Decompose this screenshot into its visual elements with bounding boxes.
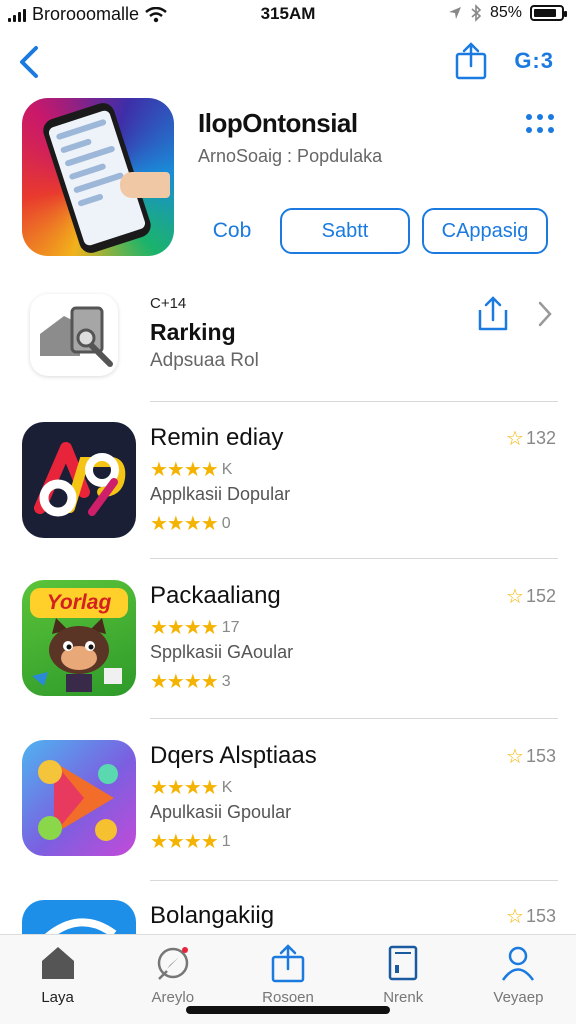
divider (150, 401, 558, 402)
ranking-title: Rarking (150, 319, 236, 345)
tab-label: Laya (41, 989, 74, 1006)
ranking-rank-label: C+14 (150, 295, 187, 312)
app-name: Dqers Alsptiaas (150, 742, 317, 769)
nav-more-button[interactable]: G:3 (514, 48, 554, 74)
person-icon (502, 946, 535, 981)
list-item[interactable]: Remin ediay ★★★★ K Applkasii Dopular ★★★★… (0, 422, 576, 552)
rating-badge: ☆ 153 (506, 906, 556, 928)
save-button[interactable]: Sabtt (280, 208, 410, 254)
divider (150, 558, 558, 559)
featured-app-icon[interactable] (22, 98, 174, 256)
home-indicator[interactable] (186, 1006, 390, 1014)
tab-label: Rosoen (262, 989, 314, 1006)
more-options-icon[interactable] (526, 114, 554, 134)
star-icon: ☆ (506, 428, 524, 450)
chevron-right-icon[interactable] (536, 300, 554, 328)
app-icon (22, 740, 136, 856)
star-rating: ★★★★ K (150, 459, 233, 481)
app-subtitle: Apulkasii Gpoular (150, 802, 292, 822)
navigation-bar: G:3 (0, 40, 576, 84)
location-icon (448, 7, 461, 19)
tab-label: Veyaep (493, 989, 544, 1006)
nav-actions: G:3 (454, 42, 554, 80)
app-icon: Yorlag (22, 580, 136, 696)
back-chevron-icon[interactable] (14, 42, 44, 82)
list-item[interactable]: Bolangakiig ☆ 153 (0, 900, 576, 934)
tools-icon (40, 306, 113, 367)
ranking-share-icon[interactable] (476, 296, 510, 332)
get-button[interactable]: Cob (196, 208, 268, 254)
status-bar: Brorooomalle 315AM 85% (0, 0, 576, 30)
app-icon (22, 422, 136, 538)
rating-badge: ☆ 132 (506, 428, 556, 450)
tab-profile[interactable]: Veyaep (461, 935, 576, 1024)
status-right-group: 85% (448, 4, 567, 22)
star-rating: ★★★★ K (150, 777, 233, 799)
home-icon (41, 947, 74, 979)
battery-icon (530, 5, 567, 21)
list-item[interactable]: Yorlag Packaaliang ★★★★ 17 Spplkasii GAou… (0, 580, 576, 710)
share-icon[interactable] (454, 42, 488, 80)
app-icon (22, 900, 136, 934)
bluetooth-icon (471, 4, 482, 22)
app-subtitle: Spplkasii GAoular (150, 642, 294, 662)
rating-badge: ☆ 152 (506, 586, 556, 608)
battery-percent: 85% (489, 4, 522, 21)
app-name: Packaaliang (150, 582, 281, 609)
star-icon: ☆ (506, 746, 524, 768)
book-icon (388, 945, 418, 981)
logo-icon (34, 442, 126, 517)
divider (150, 880, 558, 881)
divider (150, 718, 558, 719)
ranking-subtitle: Adpsuaa Rol (150, 350, 259, 371)
star-rating: ★★★★ 3 (150, 671, 231, 693)
play-shape-icon (38, 760, 118, 841)
tab-today[interactable]: Laya (0, 935, 115, 1024)
packaging-logo: Yorlag (30, 588, 128, 618)
rating-badge: ☆ 153 (506, 746, 556, 768)
ranking-app-icon[interactable] (30, 294, 118, 376)
featured-actions: Cob Sabtt CAppasig (196, 208, 548, 254)
star-rating: ★★★★ 1 (150, 831, 231, 853)
star-icon: ☆ (506, 906, 524, 928)
category-button[interactable]: CAppasig (422, 208, 548, 254)
star-icon: ☆ (506, 586, 524, 608)
tab-label: Areylo (151, 989, 195, 1006)
compass-icon (157, 947, 189, 980)
featured-app-subtitle: ArnoSoaig : Popdulaka (198, 146, 383, 166)
list-item[interactable]: Dqers Alsptiaas ★★★★ K Apulkasii Gpoular … (0, 740, 576, 870)
share-icon (271, 944, 305, 983)
app-subtitle: Applkasii Dopular (150, 484, 291, 504)
star-rating: ★★★★ 17 (150, 617, 240, 639)
featured-app-title: IlopOntonsial (198, 108, 358, 138)
refresh-shape-icon (44, 918, 117, 934)
app-name: Remin ediay (150, 424, 284, 451)
app-name: Bolangakiig (150, 902, 275, 929)
hand-illustration (120, 172, 170, 198)
tab-label: Nrenk (383, 989, 424, 1006)
star-rating: ★★★★ 0 (150, 513, 231, 535)
